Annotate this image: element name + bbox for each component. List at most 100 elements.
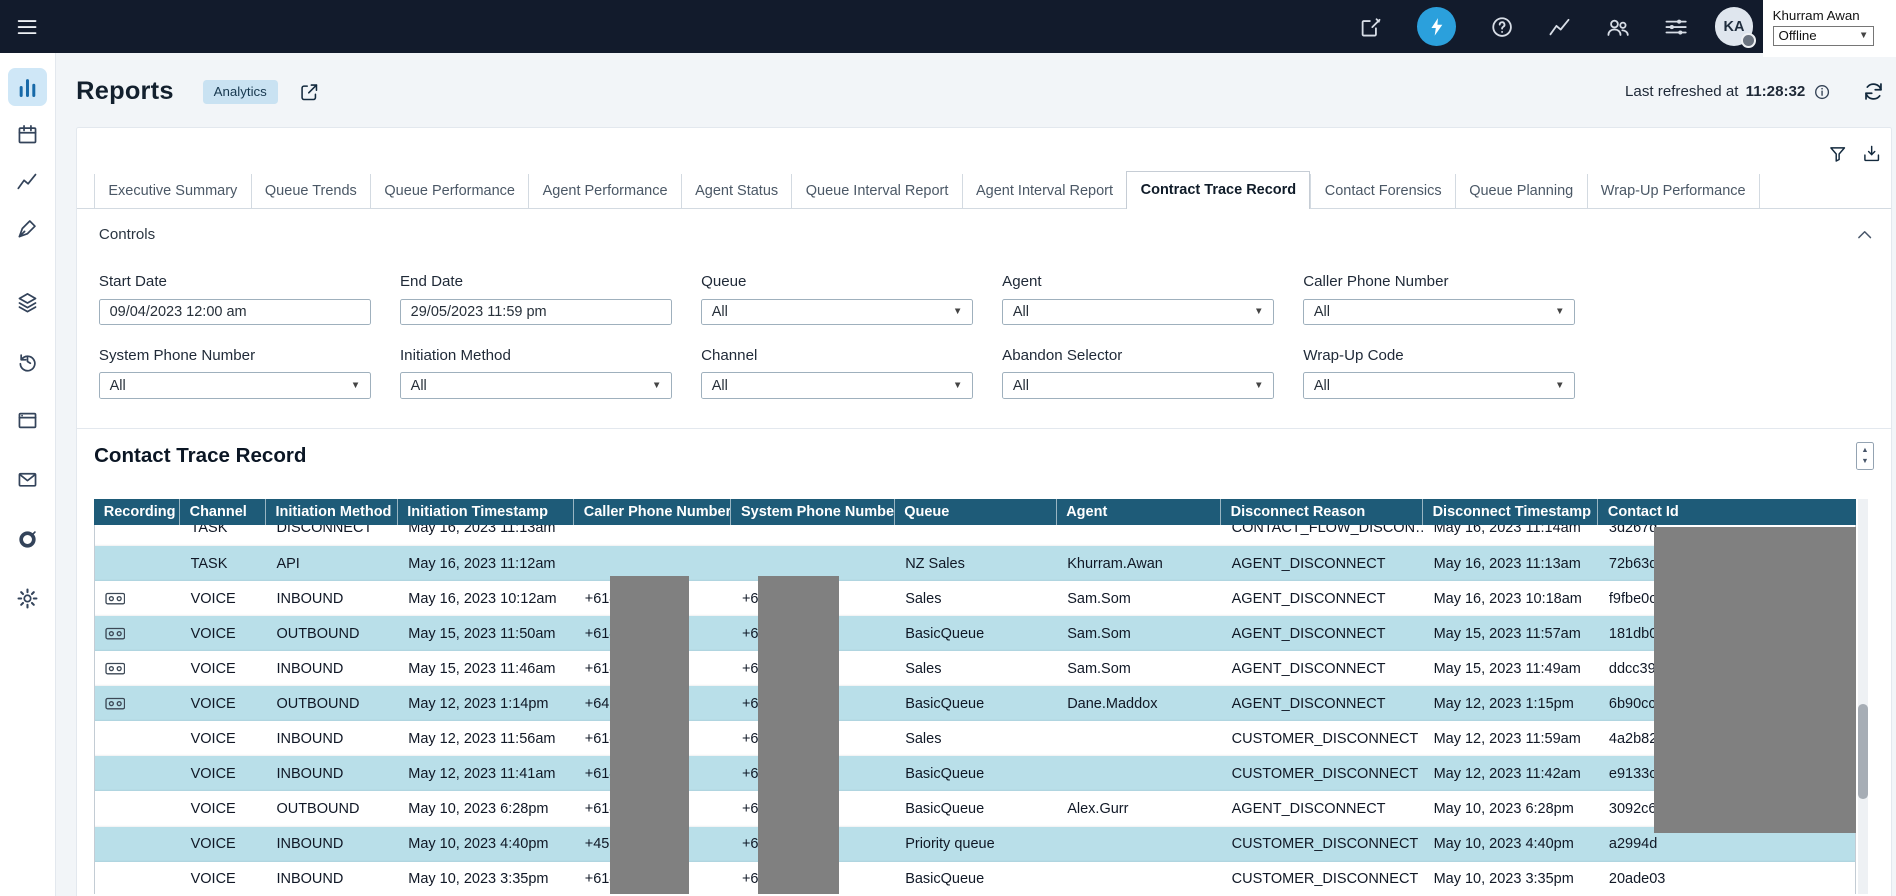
cell-disconnect-reason: AGENT_DISCONNECT [1222,546,1424,581]
caller-phone-number-value: All [1314,304,1330,320]
lightning-icon[interactable] [1417,7,1456,46]
cell-disconnect-timestamp: May 10, 2023 3:35pm [1424,862,1599,895]
table-row[interactable]: VOICEINBOUNDMay 12, 2023 11:41am+614+612… [95,756,1855,791]
queue-field: QueueAll▼ [701,273,973,325]
cell-channel: VOICE [181,581,267,616]
cell-recording [95,827,181,862]
tab-agent-performance[interactable]: Agent Performance [528,174,681,209]
cell-queue: BasicQueue [896,862,1058,895]
sidebar-item-browser-window[interactable] [8,401,47,440]
agent-status-value: Offline [1779,28,1817,43]
table-row[interactable]: VOICEINBOUNDMay 12, 2023 11:56am+614+612… [95,721,1855,756]
initiation-method-value: All [411,378,427,394]
table-row[interactable]: VOICEINBOUNDMay 16, 2023 10:12am+614+612… [95,581,1855,616]
history-icon [16,350,39,373]
cell-disconnect-timestamp: May 15, 2023 11:49am [1424,651,1599,686]
table-row[interactable]: TASKAPIMay 16, 2023 11:12amNZ SalesKhurr… [95,546,1855,581]
table-row[interactable]: VOICEOUTBOUNDMay 10, 2023 6:28pm+614+612… [95,791,1855,826]
last-refreshed-time: 11:28:32 [1746,83,1806,100]
chevron-down-icon: ▼ [1548,380,1565,391]
tab-executive-summary[interactable]: Executive Summary [94,174,251,209]
mail-icon [16,468,39,491]
tab-queue-interval-report[interactable]: Queue Interval Report [791,174,961,209]
redaction-caller-phone [610,576,689,894]
abandon-selector-select[interactable]: All▼ [1002,372,1274,399]
cell-queue: Sales [896,651,1058,686]
info-icon[interactable] [1813,83,1831,101]
channel-select[interactable]: All▼ [701,372,973,399]
sliders-icon[interactable] [1664,15,1688,39]
cell-disconnect-timestamp: May 16, 2023 10:18am [1424,581,1599,616]
stepper-control[interactable]: ▲▼ [1856,442,1875,469]
cell-agent: Sam.Som [1058,651,1222,686]
sidebar-item-mail[interactable] [8,461,47,500]
tab-agent-interval-report[interactable]: Agent Interval Report [962,174,1127,209]
tab-contact-forensics[interactable]: Contact Forensics [1310,174,1454,209]
menu-icon[interactable] [15,15,39,39]
cell-queue: Sales [896,581,1058,616]
agent-select[interactable]: All▼ [1002,299,1274,326]
table-row[interactable]: VOICEINBOUNDMay 10, 2023 3:35pm+614+612B… [95,862,1855,895]
tab-queue-planning[interactable]: Queue Planning [1455,174,1587,209]
table-row[interactable]: TASKDISCONNECTMay 16, 2023 11:13amCONTAC… [95,525,1855,546]
table-row[interactable]: VOICEOUTBOUNDMay 12, 2023 1:14pm+642+612… [95,686,1855,721]
report-section: Contact Trace Record ▲▼ RecordingChannel… [77,429,1891,894]
sidebar-item-gear[interactable] [8,579,47,618]
cell-queue: BasicQueue [896,756,1058,791]
table-row[interactable]: VOICEINBOUNDMay 10, 2023 4:40pm+457+612P… [95,827,1855,862]
download-icon[interactable] [1862,144,1881,163]
bar-chart-icon [16,76,39,99]
cell-recording [95,651,181,686]
start-date-input[interactable] [110,304,361,320]
notepad-icon[interactable] [1359,15,1383,39]
refresh-icon[interactable] [1862,80,1885,103]
sidebar-item-bar-chart[interactable] [8,68,47,107]
chevron-down-icon: ▼ [946,306,963,317]
table-row[interactable]: VOICEINBOUNDMay 15, 2023 11:46am+614+612… [95,651,1855,686]
stepper-down-icon[interactable]: ▼ [1861,456,1868,467]
main-content: Reports Analytics Last refreshed at 11:2… [56,53,1896,896]
initiation-method-select[interactable]: All▼ [400,372,672,399]
filter-icon[interactable] [1828,144,1847,163]
external-link-icon[interactable] [299,82,320,103]
agent-status-select[interactable]: Offline ▼ [1773,26,1875,45]
recording-icon[interactable] [105,697,126,710]
sidebar-item-history[interactable] [8,342,47,381]
recording-icon[interactable] [105,592,126,605]
system-phone-number-select[interactable]: All▼ [99,372,371,399]
cell-queue: Priority queue [896,827,1058,862]
avatar[interactable]: KA [1715,7,1754,46]
sidebar-item-calendar[interactable] [8,115,47,154]
cell-disconnect-reason: AGENT_DISCONNECT [1222,791,1424,826]
line-chart-icon[interactable] [1548,15,1572,39]
tab-contract-trace-record[interactable]: Contract Trace Record [1126,171,1310,209]
sidebar-item-donut-chart[interactable] [8,520,47,559]
tab-queue-performance[interactable]: Queue Performance [370,174,528,209]
help-icon[interactable] [1490,15,1514,39]
recording-icon[interactable] [105,662,126,675]
cell-disconnect-timestamp: May 15, 2023 11:57am [1424,616,1599,651]
sidebar-item-design-tools[interactable] [8,209,47,248]
cell-agent: Sam.Som [1058,581,1222,616]
chevron-down-icon: ▼ [1852,30,1869,41]
agent-field: AgentAll▼ [1002,273,1274,325]
wrap-up-code-select[interactable]: All▼ [1303,372,1575,399]
tab-agent-status[interactable]: Agent Status [681,174,792,209]
collapse-chevron-icon[interactable] [1855,225,1874,244]
stepper-up-icon[interactable]: ▲ [1861,445,1868,456]
sidebar-item-layers[interactable] [8,283,47,322]
sidebar-item-line-chart[interactable] [8,162,47,201]
table-row[interactable]: VOICEOUTBOUNDMay 15, 2023 11:50am+614+61… [95,616,1855,651]
table-scrollbar[interactable] [1858,499,1868,894]
caller-phone-number-select[interactable]: All▼ [1303,299,1575,326]
recording-icon[interactable] [105,627,126,640]
people-icon[interactable] [1606,15,1630,39]
scrollbar-thumb[interactable] [1858,704,1868,798]
queue-select[interactable]: All▼ [701,299,973,326]
cell-channel: VOICE [181,651,267,686]
tab-wrap-up-performance[interactable]: Wrap-Up Performance [1587,174,1760,209]
browser-window-icon [16,409,39,432]
cell-recording [95,756,181,791]
end-date-input[interactable] [411,304,662,320]
tab-queue-trends[interactable]: Queue Trends [251,174,371,209]
